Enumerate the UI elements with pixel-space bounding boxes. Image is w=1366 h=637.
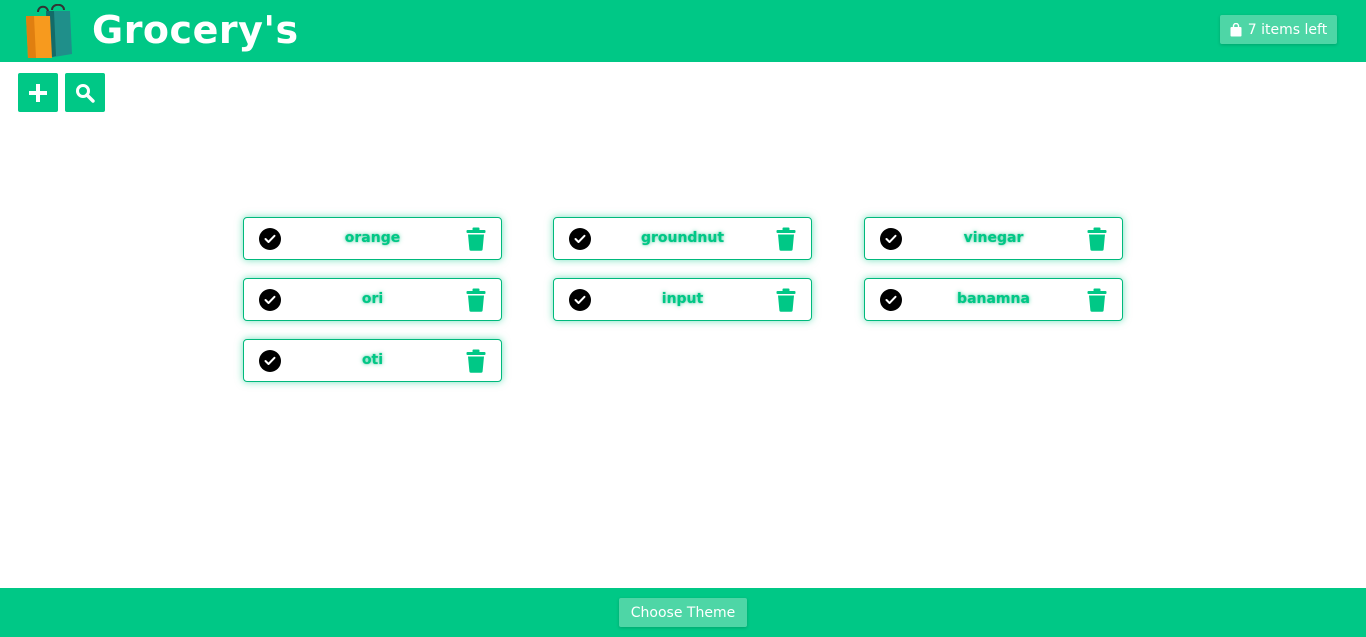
shopping-bag-icon [1230, 22, 1242, 36]
add-item-button[interactable] [18, 73, 58, 112]
app-header: Grocery's 7 items left [0, 0, 1366, 62]
grocery-item-label: input [661, 291, 704, 307]
items-left-badge[interactable]: 7 items left [1220, 15, 1337, 44]
trash-icon[interactable] [1087, 227, 1107, 251]
trash-icon[interactable] [466, 349, 486, 373]
grocery-item-card: groundnut [553, 217, 812, 260]
trash-icon[interactable] [466, 227, 486, 251]
shopping-bags-icon [26, 4, 72, 58]
check-circle-icon[interactable] [569, 289, 591, 311]
grocery-item-label: banamna [957, 291, 1030, 307]
grocery-item-label: oti [361, 352, 384, 368]
grocery-item-label: groundnut [640, 230, 725, 246]
check-circle-icon[interactable] [259, 228, 281, 250]
check-circle-icon[interactable] [259, 289, 281, 311]
items-left-label: 7 items left [1247, 21, 1328, 38]
grocery-item-card: banamna [864, 278, 1123, 321]
check-circle-icon[interactable] [880, 228, 902, 250]
grocery-item-card: oti [243, 339, 502, 382]
search-button[interactable] [65, 73, 105, 112]
grocery-item-label: ori [361, 291, 384, 307]
plus-icon [29, 83, 47, 102]
grocery-item-card: ori [243, 278, 502, 321]
grocery-item-card: orange [243, 217, 502, 260]
check-circle-icon[interactable] [569, 228, 591, 250]
choose-theme-button[interactable]: Choose Theme [619, 598, 747, 627]
grocery-item-card: vinegar [864, 217, 1123, 260]
app-title: Grocery's [92, 8, 299, 52]
trash-icon[interactable] [776, 288, 796, 312]
check-circle-icon[interactable] [259, 350, 281, 372]
grocery-item-label: orange [344, 230, 401, 246]
trash-icon[interactable] [466, 288, 486, 312]
app-footer: Choose Theme [0, 588, 1366, 637]
trash-icon[interactable] [776, 227, 796, 251]
grocery-item-label: vinegar [963, 230, 1024, 246]
trash-icon[interactable] [1087, 288, 1107, 312]
search-icon [76, 83, 95, 103]
check-circle-icon[interactable] [880, 289, 902, 311]
grocery-item-card: input [553, 278, 812, 321]
